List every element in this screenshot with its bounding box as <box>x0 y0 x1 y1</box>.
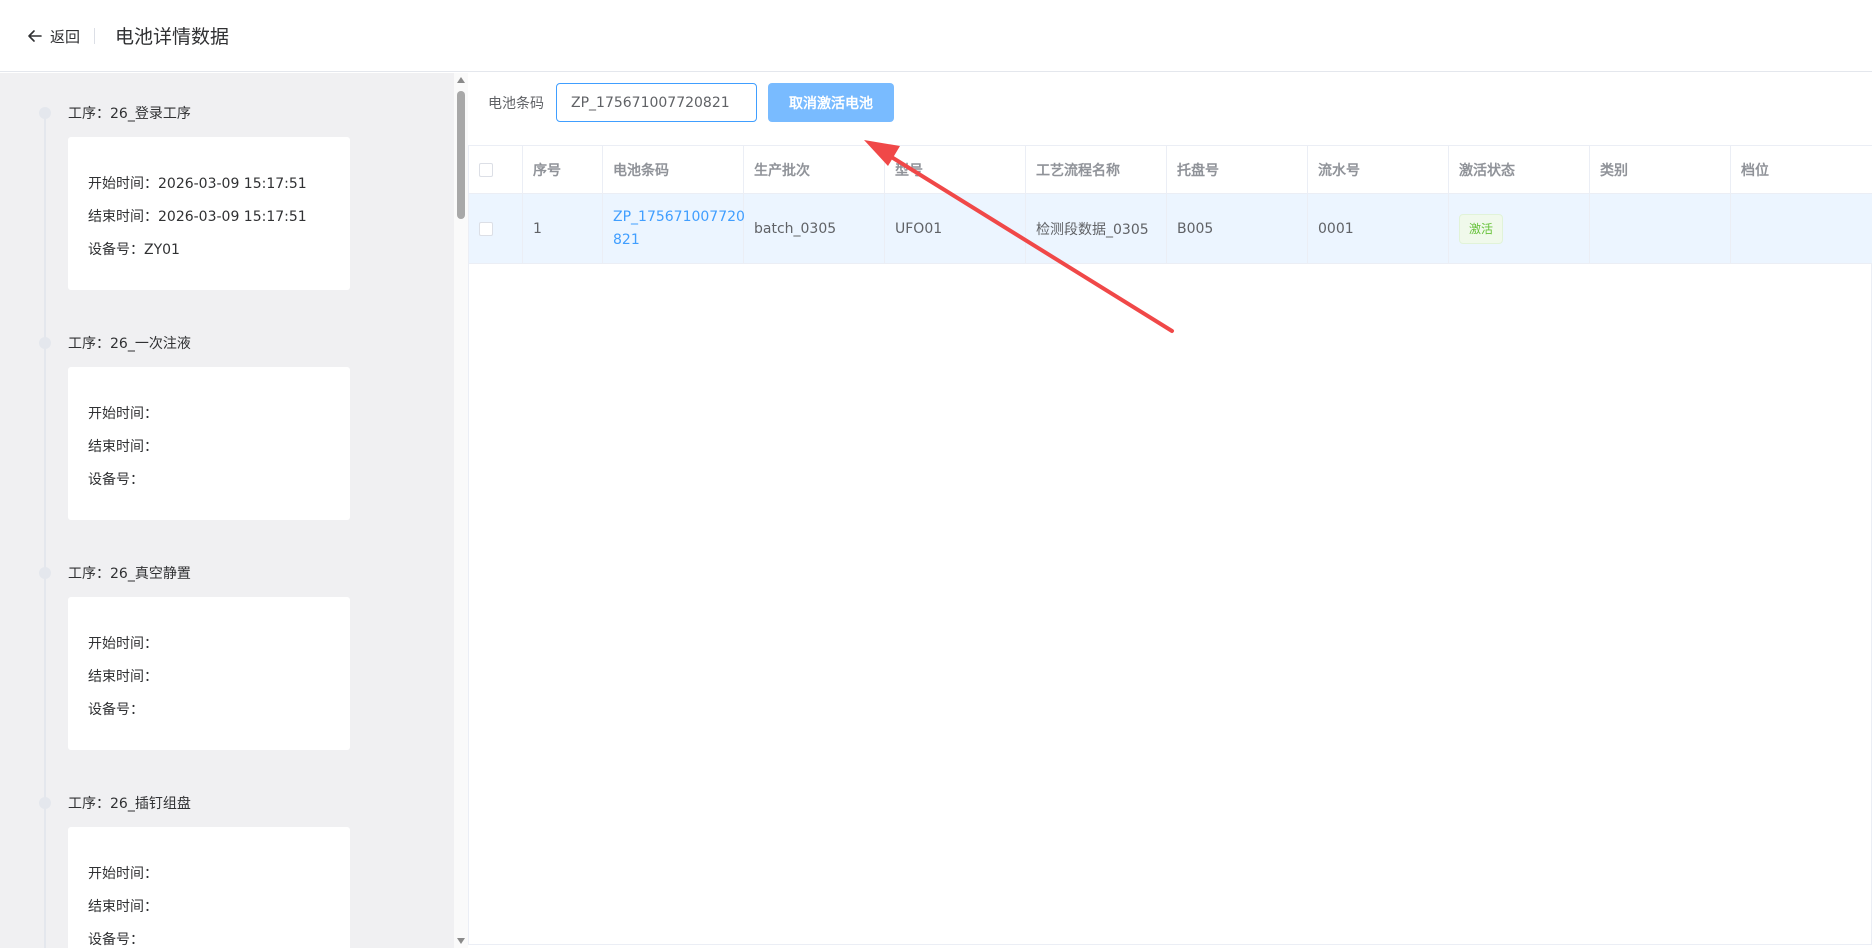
cell-barcode: ZP_175671007720 821 <box>603 194 745 263</box>
step-device: 设备号： <box>88 932 144 948</box>
page-header: 返回 电池详情数据 <box>0 0 1872 72</box>
battery-table: 序号 电池条码 生产批次 型号 工艺流程名称 托盘号 流水号 激活状态 类别 档… <box>468 145 1872 945</box>
step-device: 设备号： <box>88 472 144 488</box>
column-header: 档位 <box>1741 162 1769 179</box>
barcode-input[interactable] <box>556 83 757 122</box>
scrollbar-thumb[interactable] <box>457 91 465 219</box>
process-timeline-panel: 工序：26_登录工序 开始时间：2026-03-09 15:17:51 结束时间… <box>0 73 454 948</box>
step-card: 开始时间： 结束时间： 设备号： <box>68 597 350 750</box>
step-device: 设备号： <box>88 702 144 718</box>
select-all-checkbox[interactable] <box>479 162 493 177</box>
step-start-time: 开始时间： <box>88 866 158 882</box>
arrow-left-icon <box>28 30 42 42</box>
table-header: 序号 电池条码 生产批次 型号 工艺流程名称 托盘号 流水号 激活状态 类别 档… <box>469 145 1872 194</box>
cell-batch: batch_0305 <box>744 194 885 263</box>
column-header: 类别 <box>1590 146 1731 193</box>
cancel-activation-button[interactable]: 取消激活电池 <box>768 83 894 122</box>
barcode-link[interactable]: ZP_175671007720 821 <box>613 206 745 252</box>
barcode-line: 821 <box>613 231 640 248</box>
step-card: 开始时间：2026-03-09 15:17:51 结束时间：2026-03-09… <box>68 137 350 290</box>
scroll-up-icon[interactable] <box>457 77 465 83</box>
timeline-dot <box>39 567 51 579</box>
step-end-time: 结束时间： <box>88 899 158 915</box>
cell-model: UFO01 <box>885 194 1026 263</box>
column-header: 流水号 <box>1308 146 1449 193</box>
cell-tray: B005 <box>1167 194 1308 263</box>
status-badge: 激活 <box>1459 213 1504 244</box>
step-end-time: 结束时间： <box>88 439 158 455</box>
step-start-time: 开始时间： <box>88 636 158 652</box>
step-device: 设备号：ZY01 <box>88 242 180 258</box>
barcode-line: ZP_175671007720 <box>613 208 745 225</box>
step-end-time: 结束时间：2026-03-09 15:17:51 <box>88 209 307 225</box>
timeline-scrollbar[interactable] <box>454 73 468 948</box>
timeline-line <box>44 113 46 948</box>
timeline-dot <box>39 107 51 119</box>
column-header: 工艺流程名称 <box>1026 146 1167 193</box>
table-row[interactable]: 1 ZP_175671007720 821 batch_0305 UFO01 检… <box>469 194 1872 264</box>
row-checkbox[interactable] <box>479 221 493 236</box>
step-name: 工序：26_一次注液 <box>68 336 191 352</box>
step-name: 工序：26_真空静置 <box>68 566 191 582</box>
step-end-time: 结束时间： <box>88 669 158 685</box>
step-card: 开始时间： 结束时间： 设备号： <box>68 367 350 520</box>
cell-grade <box>1731 194 1871 263</box>
header-checkbox-cell <box>469 146 523 193</box>
step-start-time: 开始时间：2026-03-09 15:17:51 <box>88 176 307 192</box>
column-header: 型号 <box>885 146 1026 193</box>
page-title: 电池详情数据 <box>115 26 230 48</box>
back-button[interactable]: 返回 <box>24 24 80 48</box>
battery-panel: 电池条码 取消激活电池 序号 电池条码 生产批次 型号 工艺流程名称 托盘号 流… <box>468 73 1872 948</box>
cell-status: 激活 <box>1449 194 1590 263</box>
scroll-down-icon[interactable] <box>457 938 465 944</box>
step-name: 工序：26_插钉组盘 <box>68 796 191 812</box>
barcode-label: 电池条码 <box>488 96 544 112</box>
timeline-dot <box>39 797 51 809</box>
cell-index: 1 <box>523 194 603 263</box>
cell-category <box>1590 194 1731 263</box>
step-name: 工序：26_登录工序 <box>68 106 191 122</box>
step-start-time: 开始时间： <box>88 406 158 422</box>
column-header: 托盘号 <box>1167 146 1308 193</box>
column-header: 生产批次 <box>744 146 885 193</box>
cell-process: 检测段数据_0305 <box>1026 194 1167 263</box>
cell-serial: 0001 <box>1308 194 1449 263</box>
column-header: 激活状态 <box>1449 146 1590 193</box>
header-divider <box>94 28 95 44</box>
step-card: 开始时间： 结束时间： 设备号： <box>68 827 350 948</box>
row-checkbox-cell <box>469 194 523 263</box>
timeline-dot <box>39 337 51 349</box>
back-label: 返回 <box>50 27 81 46</box>
column-header: 电池条码 <box>603 146 744 193</box>
column-header: 序号 <box>523 146 603 193</box>
